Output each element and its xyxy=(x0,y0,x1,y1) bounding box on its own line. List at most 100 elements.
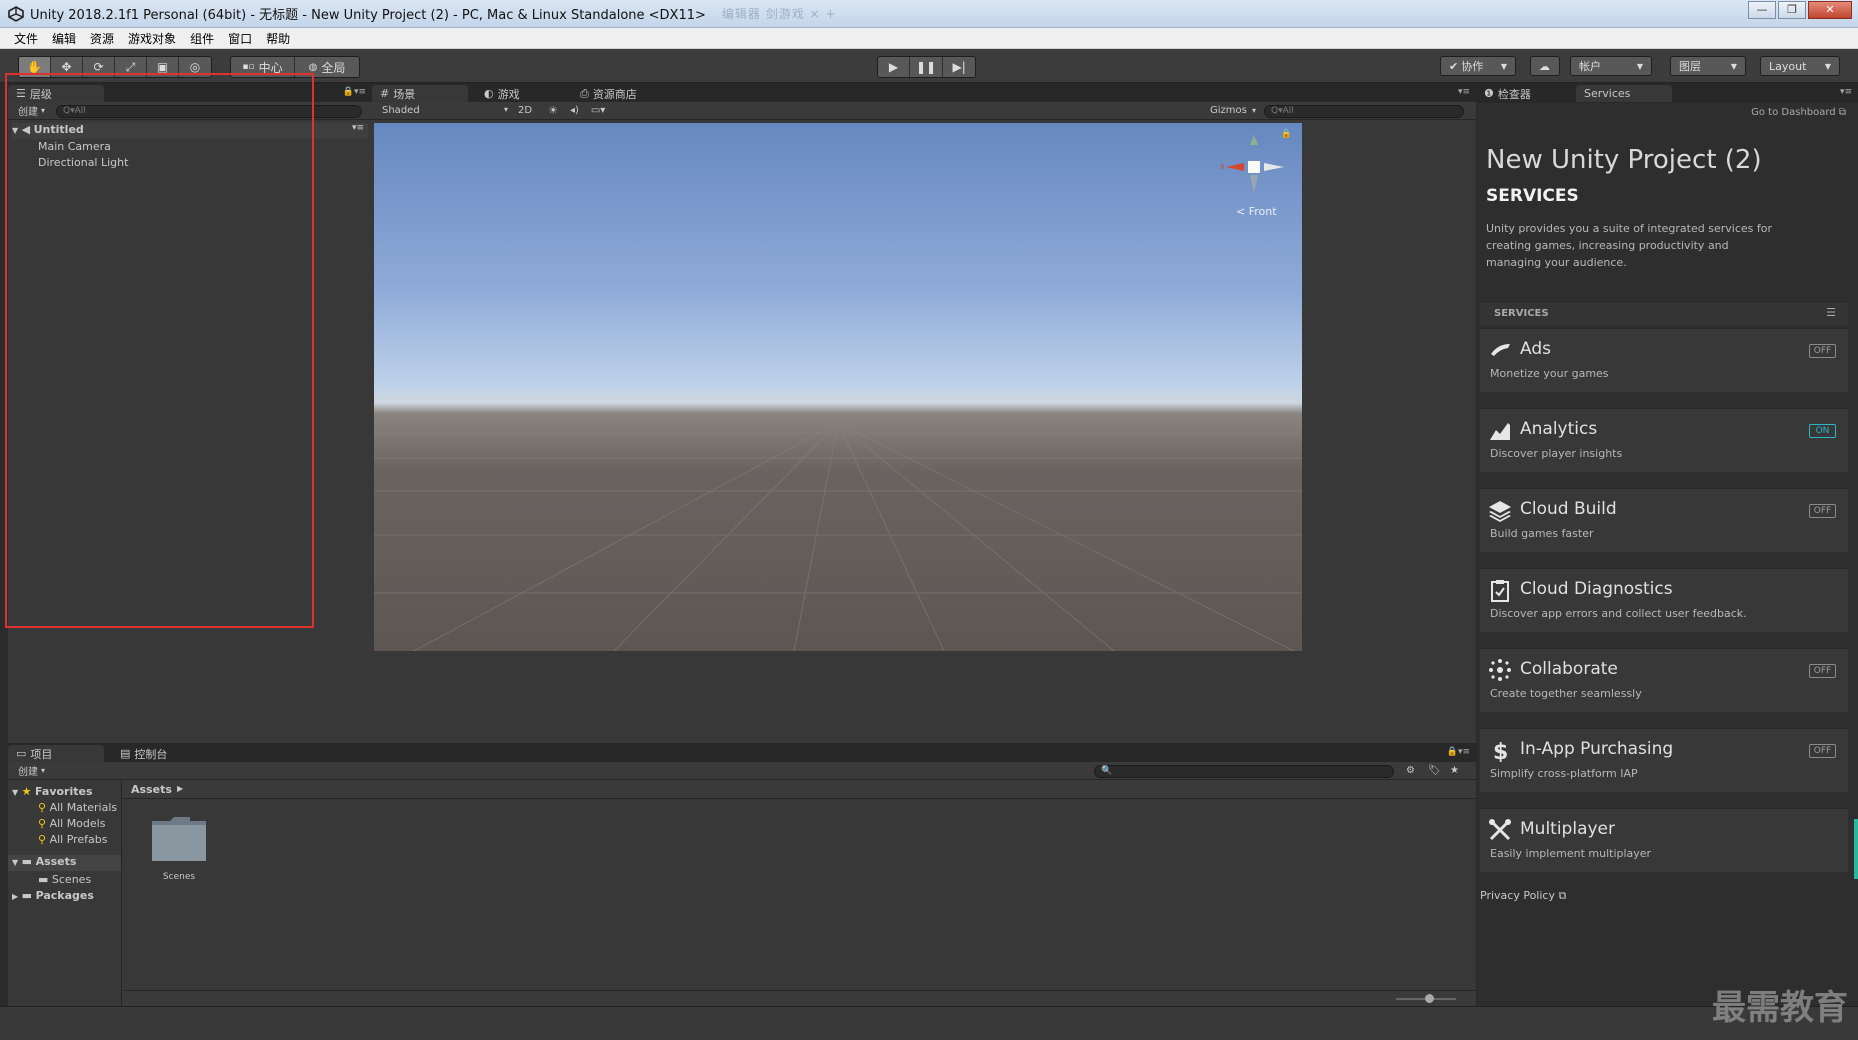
assets-row[interactable]: ▼ ▬ Assets xyxy=(8,855,121,871)
menu-component[interactable]: 组件 xyxy=(190,30,214,47)
menu-assets[interactable]: 资源 xyxy=(90,30,114,47)
orientation-gizmo[interactable]: x < Front xyxy=(1214,133,1294,223)
ads-toggle[interactable]: OFF xyxy=(1809,344,1836,358)
service-ads[interactable]: Ads Monetize your games OFF xyxy=(1480,328,1848,392)
panel-menu-icon[interactable]: ▾≡ xyxy=(1458,87,1470,97)
services-section-header: SERVICES ☰ xyxy=(1480,301,1848,325)
shading-dropdown[interactable]: Shaded ▾ xyxy=(382,105,508,116)
transform-tool-icon[interactable]: ◎ xyxy=(179,57,211,77)
hierarchy-item[interactable]: Main Camera xyxy=(38,140,111,153)
store-icon: ⎙ xyxy=(580,86,589,100)
iap-toggle[interactable]: OFF xyxy=(1809,744,1836,758)
project-name: New Unity Project (2) xyxy=(1486,145,1762,175)
scene-search-input[interactable]: Q▾All xyxy=(1264,105,1464,118)
project-create-button[interactable]: 创建 xyxy=(18,763,38,778)
services-heading: SERVICES xyxy=(1486,186,1579,206)
panel-menu-icon[interactable]: 🔒▾≡ xyxy=(1447,747,1470,757)
cloud-build-toggle[interactable]: OFF xyxy=(1809,504,1836,518)
pivot-toggles: ▪▫ 中心 ◍ 全局 xyxy=(230,56,360,78)
favorite-item[interactable]: ⚲ All Materials xyxy=(38,801,117,814)
service-cloud-diagnostics[interactable]: Cloud Diagnostics Discover app errors an… xyxy=(1480,568,1848,632)
panel-menu-icon[interactable]: ▾≡ xyxy=(1840,87,1852,97)
privacy-policy-link[interactable]: Privacy Policy ⧉ xyxy=(1480,889,1566,903)
minimize-button[interactable]: — xyxy=(1748,1,1776,19)
menu-file[interactable]: 文件 xyxy=(14,30,38,47)
transform-tools: ✋ ✥ ⟳ ⤢ ▣ ◎ xyxy=(18,56,212,78)
tab-asset-store[interactable]: ⎙ 资源商店 xyxy=(572,85,645,102)
menu-help[interactable]: 帮助 xyxy=(266,30,290,47)
scene-row[interactable]: ▼ ◀ Untitled ▾≡ xyxy=(12,123,368,139)
pivot-center-button[interactable]: ▪▫ 中心 xyxy=(231,57,295,77)
dashboard-link[interactable]: Go to Dashboard ⧉ xyxy=(1751,107,1846,118)
close-button[interactable]: ✕ xyxy=(1808,1,1852,19)
filter-type-icon[interactable]: ⚙ xyxy=(1406,765,1415,776)
gizmos-dropdown[interactable]: Gizmos xyxy=(1210,105,1247,116)
menu-gameobject[interactable]: 游戏对象 xyxy=(128,30,176,47)
project-panel: ▭ 项目 ▤ 控制台 🔒▾≡ 创建 ▾ 🔍 ⚙ 🏷 ★ ▼ ★ Favorites ⚲… xyxy=(8,743,1476,1006)
tab-scene[interactable]: # 场景 xyxy=(372,85,468,102)
assets-child[interactable]: ▬ Scenes xyxy=(38,873,91,886)
zoom-slider-thumb[interactable] xyxy=(1425,994,1434,1003)
collaborate-toggle[interactable]: OFF xyxy=(1809,664,1836,678)
title-bar: Unity 2018.2.1f1 Personal (64bit) - 无标题 … xyxy=(0,0,1858,28)
folder-icon: ▬ xyxy=(21,855,33,868)
tab-console[interactable]: ▤ 控制台 xyxy=(112,745,175,762)
hierarchy-item[interactable]: Directional Light xyxy=(38,156,128,169)
packages-row[interactable]: ▶ ▬ Packages xyxy=(12,889,94,902)
rect-tool-icon[interactable]: ▣ xyxy=(147,57,179,77)
favorite-star-icon[interactable]: ★ xyxy=(1450,765,1459,776)
menu-edit[interactable]: 编辑 xyxy=(52,30,76,47)
audio-toggle-icon[interactable]: ◂) xyxy=(570,105,579,116)
hierarchy-panel: ☰ 层级 🔒▾≡ 创建 ▾ Q▾All ▼ ◀ Untitled ▾≡ Main C… xyxy=(8,83,372,743)
menu-icon[interactable]: ☰ xyxy=(1826,306,1836,319)
maximize-button[interactable]: ❐ xyxy=(1778,1,1806,19)
account-dropdown[interactable]: 帐户 ▼ xyxy=(1570,56,1652,76)
lighting-toggle-icon[interactable]: ☀ xyxy=(548,104,558,117)
folder-tab-icon: ▭ xyxy=(16,747,27,760)
move-tool-icon[interactable]: ✥ xyxy=(51,57,83,77)
collab-dropdown[interactable]: ✔ 协作 ▼ xyxy=(1440,56,1516,76)
service-multiplayer[interactable]: Multiplayer Easily implement multiplayer xyxy=(1480,808,1848,872)
tab-services[interactable]: Services xyxy=(1576,85,1672,102)
project-search-input[interactable]: 🔍 xyxy=(1094,765,1394,778)
hand-tool-icon[interactable]: ✋ xyxy=(19,57,51,77)
effects-dropdown-icon[interactable]: ▭▾ xyxy=(591,105,605,116)
step-button[interactable]: ▶| xyxy=(943,57,975,77)
service-in-app-purchasing[interactable]: $ In-App Purchasing Simplify cross-platf… xyxy=(1480,728,1848,792)
star-icon: ★ xyxy=(21,785,32,798)
analytics-toggle[interactable]: ON xyxy=(1809,424,1836,438)
favorite-item[interactable]: ⚲ All Models xyxy=(38,817,105,830)
layers-icon xyxy=(1489,501,1511,522)
panel-menu-icon[interactable]: 🔒▾≡ xyxy=(343,87,366,97)
scale-tool-icon[interactable]: ⤢ xyxy=(115,57,147,77)
multiplayer-icon xyxy=(1489,819,1511,841)
tab-project[interactable]: ▭ 项目 xyxy=(8,745,104,762)
hierarchy-create-button[interactable]: 创建 xyxy=(18,103,38,118)
menu-window[interactable]: 窗口 xyxy=(228,30,252,47)
toggle-2d-button[interactable]: 2D xyxy=(518,105,532,116)
pivot-global-button[interactable]: ◍ 全局 xyxy=(295,57,359,77)
scene-viewport[interactable]: x < Front 🔒 xyxy=(374,123,1302,651)
rotate-tool-icon[interactable]: ⟳ xyxy=(83,57,115,77)
tab-hierarchy[interactable]: ☰ 层级 xyxy=(8,85,104,102)
play-button[interactable]: ▶ xyxy=(878,57,910,77)
tab-game[interactable]: ◐ 游戏 xyxy=(476,85,528,102)
scrollbar-thumb[interactable] xyxy=(1854,819,1858,879)
service-collaborate[interactable]: Collaborate Create together seamlessly O… xyxy=(1480,648,1848,712)
cloud-button[interactable]: ☁ xyxy=(1530,56,1560,76)
layers-dropdown[interactable]: 图层 ▼ xyxy=(1670,56,1746,76)
favorites-row[interactable]: ▼ ★ Favorites xyxy=(12,785,93,798)
folder-icon: ▬ xyxy=(21,889,33,902)
service-analytics[interactable]: Analytics Discover player insights ON xyxy=(1480,408,1848,472)
pause-button[interactable]: ❚❚ xyxy=(910,57,944,77)
favorite-item[interactable]: ⚲ All Prefabs xyxy=(38,833,108,846)
folder-item[interactable]: Scenes xyxy=(142,813,222,893)
lock-icon[interactable]: 🔒 xyxy=(1281,129,1292,139)
tab-inspector[interactable]: ❶ 检查器 xyxy=(1476,85,1572,102)
service-cloud-build[interactable]: Cloud Build Build games faster OFF xyxy=(1480,488,1848,552)
blurred-tabs: 编辑器 剑游戏 × + xyxy=(721,7,837,21)
hierarchy-search-input[interactable]: Q▾All xyxy=(56,105,362,118)
layout-dropdown[interactable]: Layout ▼ xyxy=(1760,56,1840,76)
filter-label-icon[interactable]: 🏷 xyxy=(1428,765,1441,776)
playback-controls: ▶ ❚❚ ▶| xyxy=(877,56,977,78)
